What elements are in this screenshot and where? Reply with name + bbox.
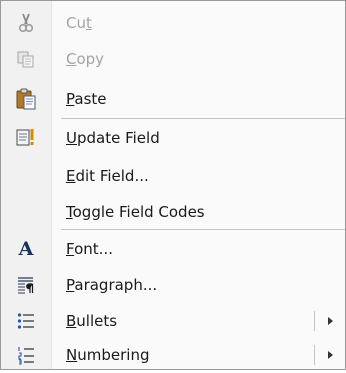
menu-item-label: Numbering [66, 346, 150, 364]
menu-item-label: Bullets [66, 312, 118, 330]
submenu-divider [314, 345, 315, 365]
menu-item-label: Cut [66, 14, 92, 32]
menu-item-label: Font... [66, 240, 113, 258]
menu-item-paste[interactable]: Paste [1, 81, 345, 117]
menu-item-label: Paragraph... [66, 276, 158, 294]
menu-item-font[interactable]: A Font... [1, 231, 345, 267]
submenu-divider [314, 311, 315, 331]
menu-separator [61, 229, 345, 230]
menu-item-numbering[interactable]: Numbering [1, 337, 345, 373]
menu-item-paragraph[interactable]: Paragraph... [1, 267, 345, 303]
paragraph-icon [1, 267, 51, 303]
menu-item-toggle-field-codes[interactable]: Toggle Field Codes [1, 194, 345, 230]
submenu-arrow-icon[interactable] [328, 351, 333, 359]
menu-item-label: Toggle Field Codes [66, 203, 205, 221]
menu-item-label: Copy [66, 50, 105, 68]
menu-item-bullets[interactable]: Bullets [1, 303, 345, 339]
copy-icon [1, 41, 51, 77]
menu-item-label: Update Field [66, 129, 160, 147]
context-menu: Cut Copy Paste Update Field Edit Field..… [0, 0, 346, 370]
update-field-icon [1, 120, 51, 156]
menu-item-cut[interactable]: Cut [1, 5, 345, 41]
font-icon: A [18, 238, 34, 260]
menu-item-copy[interactable]: Copy [1, 41, 345, 77]
clipboard-icon [1, 81, 51, 117]
menu-separator [61, 118, 345, 119]
scissors-icon [1, 5, 51, 41]
numbering-icon [1, 337, 51, 373]
submenu-arrow-icon[interactable] [328, 317, 333, 325]
menu-item-label: Paste [66, 90, 107, 108]
menu-item-update-field[interactable]: Update Field [1, 120, 345, 156]
menu-item-edit-field[interactable]: Edit Field... [1, 158, 345, 194]
bullets-icon [1, 303, 51, 339]
menu-item-label: Edit Field... [66, 167, 149, 185]
